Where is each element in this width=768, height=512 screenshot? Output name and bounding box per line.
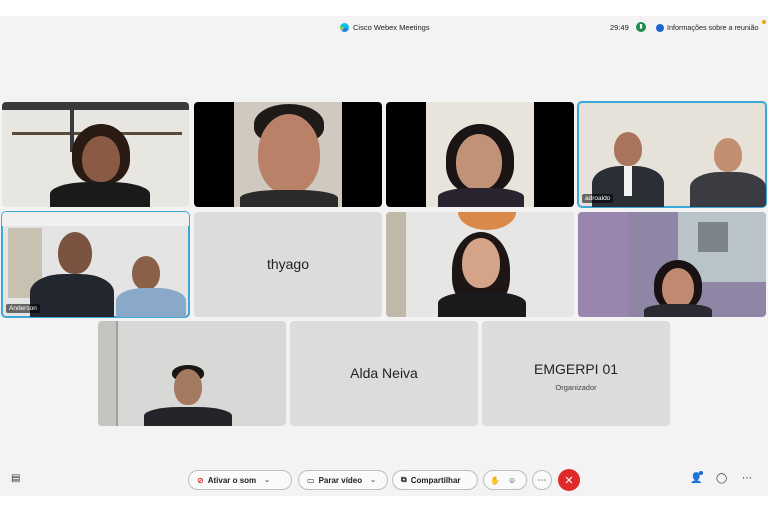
end-call-button[interactable]: ✕ (558, 469, 580, 491)
mute-button-label: Ativar o som (207, 475, 257, 485)
webex-logo-icon (340, 23, 349, 32)
stop-video-label: Parar vídeo (318, 475, 363, 485)
overflow-icon[interactable]: ⋯ (742, 473, 752, 484)
share-button-label: Compartilhar (410, 475, 461, 485)
participants-badge-icon (699, 471, 703, 475)
video-tile-video-off[interactable]: EMGERPI 01 Organizador (482, 321, 670, 426)
reactions-group: ✋ ☺ (483, 470, 527, 490)
chat-bubble-icon[interactable]: ◯ (716, 473, 727, 484)
raise-hand-icon[interactable]: ✋ (490, 476, 500, 485)
meeting-controls: ▤ ⊘ Ativar o som ⌄ ▭ Parar vídeo ⌄ ⧉ Com… (0, 464, 768, 496)
app-title-text: Cisco Webex Meetings (353, 23, 430, 32)
more-icon: ⋯ (537, 474, 547, 485)
video-tile-video-off[interactable]: thyago (194, 212, 382, 317)
participant-name: Alda Neiva (350, 365, 418, 381)
video-tile-video-off[interactable]: Alda Neiva (290, 321, 478, 426)
meeting-timer: 29:49 (610, 23, 629, 32)
chevron-down-icon[interactable]: ⌄ (264, 476, 270, 484)
mute-button[interactable]: ⊘ Ativar o som ⌄ (188, 470, 292, 490)
reactions-icon[interactable]: ☺ (508, 476, 516, 485)
app-title: Cisco Webex Meetings (340, 23, 430, 32)
video-tile[interactable] (98, 321, 286, 426)
video-icon: ▭ (307, 475, 315, 485)
participant-name: thyago (266, 256, 310, 272)
notification-dot-icon (762, 20, 766, 24)
chevron-down-icon[interactable]: ⌄ (370, 476, 376, 484)
participant-name-label: Anderson (6, 304, 40, 313)
stop-video-button[interactable]: ▭ Parar vídeo ⌄ (298, 470, 388, 490)
video-tile[interactable] (194, 102, 382, 207)
mic-muted-icon: ⊘ (197, 475, 204, 485)
chat-icon[interactable]: ▤ (11, 473, 20, 484)
meeting-info-label: Informações sobre a reunião (667, 23, 759, 32)
participant-name-label: adroaldo (582, 194, 614, 203)
info-icon (656, 23, 664, 32)
more-options-button[interactable]: ⋯ (532, 470, 552, 490)
end-call-icon: ✕ (564, 474, 574, 487)
meeting-info-link[interactable]: Informações sobre a reunião (656, 23, 759, 32)
video-tile[interactable]: Anderson (1, 211, 190, 318)
title-bar: Cisco Webex Meetings 29:49 ▮ Informações… (0, 16, 768, 40)
video-tile[interactable] (2, 102, 189, 207)
signal-icon[interactable]: ▮ (636, 22, 646, 32)
share-icon: ⧉ (401, 475, 407, 484)
video-tile[interactable] (386, 102, 574, 207)
participant-role: Organizador (555, 383, 597, 392)
video-tile[interactable] (386, 212, 574, 317)
video-tile[interactable]: adroaldo (577, 101, 767, 208)
video-tile[interactable] (578, 212, 766, 317)
webex-window: Cisco Webex Meetings 29:49 ▮ Informações… (0, 16, 768, 496)
share-button[interactable]: ⧉ Compartilhar (392, 470, 478, 490)
participant-name: EMGERPI 01 (533, 361, 619, 377)
